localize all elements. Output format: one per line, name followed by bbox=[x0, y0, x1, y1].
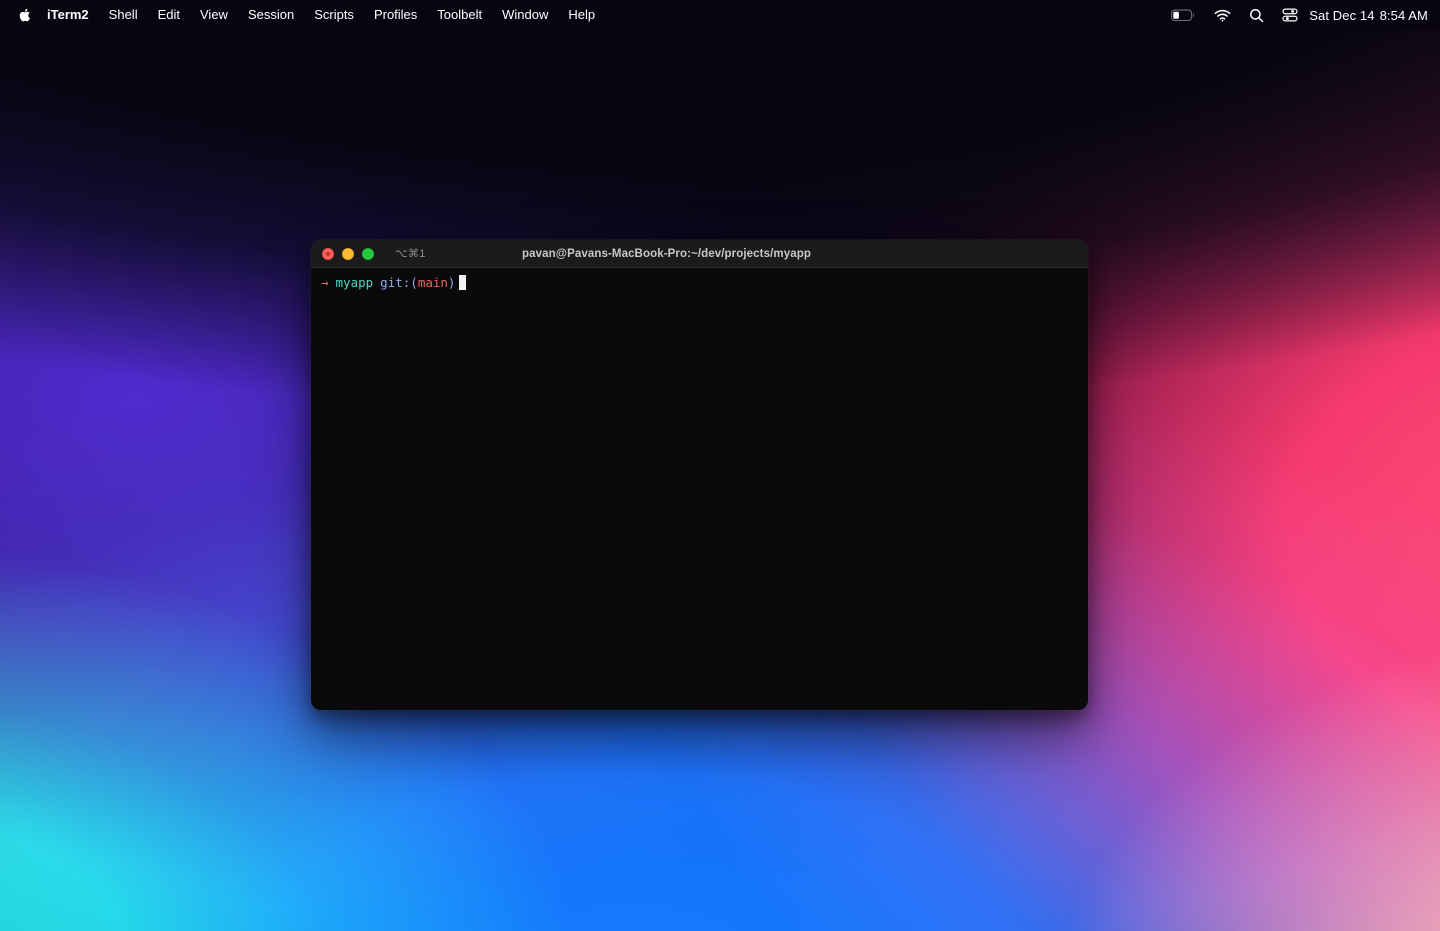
clock-date: Sat Dec 14 bbox=[1309, 7, 1375, 23]
menu-item-window[interactable]: Window bbox=[492, 5, 558, 25]
maximize-button[interactable] bbox=[362, 247, 374, 260]
menu-bar-status-group: Sat Dec 14 8:54 AM bbox=[1162, 4, 1440, 26]
terminal-cursor bbox=[459, 275, 467, 290]
clock-time: 8:54 AM bbox=[1379, 7, 1428, 23]
macos-menu-bar: iTerm2 Shell Edit View Session Scripts P… bbox=[0, 0, 1440, 30]
menu-item-help[interactable]: Help bbox=[558, 5, 605, 25]
apple-logo-icon[interactable] bbox=[11, 7, 37, 23]
control-center-icon[interactable] bbox=[1273, 4, 1307, 26]
menu-bar-clock[interactable]: Sat Dec 14 8:54 AM bbox=[1307, 8, 1428, 23]
menu-item-edit[interactable]: Edit bbox=[148, 5, 190, 25]
window-traffic-lights bbox=[311, 247, 374, 260]
terminal-screen[interactable]: → myapp git:( main ) bbox=[311, 268, 1088, 710]
prompt-git-suffix: ) bbox=[447, 275, 456, 290]
wifi-icon[interactable] bbox=[1205, 4, 1240, 26]
menu-item-iterm2[interactable]: iTerm2 bbox=[37, 5, 99, 25]
shell-prompt-line: → myapp git:( main ) bbox=[321, 274, 1078, 291]
minimize-button[interactable] bbox=[342, 247, 354, 260]
menu-item-session[interactable]: Session bbox=[238, 5, 304, 25]
prompt-directory: myapp bbox=[335, 275, 374, 290]
session-shortcut-label: ⌥⌘1 bbox=[395, 248, 426, 260]
iterm2-window[interactable]: ⌥⌘1 pavan@Pavans-MacBook-Pro:~/dev/proje… bbox=[311, 240, 1088, 710]
prompt-git-branch: main bbox=[417, 275, 448, 290]
battery-icon[interactable] bbox=[1162, 4, 1205, 26]
menu-item-view[interactable]: View bbox=[190, 5, 238, 25]
menu-item-profiles[interactable]: Profiles bbox=[364, 5, 427, 25]
prompt-arrow-icon: → bbox=[321, 275, 329, 290]
window-title-bar[interactable]: ⌥⌘1 pavan@Pavans-MacBook-Pro:~/dev/proje… bbox=[311, 240, 1088, 268]
close-button[interactable] bbox=[322, 247, 334, 260]
menu-item-toolbelt[interactable]: Toolbelt bbox=[427, 5, 492, 25]
menu-bar-left-group: iTerm2 Shell Edit View Session Scripts P… bbox=[0, 5, 605, 25]
search-icon[interactable] bbox=[1240, 4, 1273, 26]
menu-item-shell[interactable]: Shell bbox=[99, 5, 148, 25]
prompt-git-prefix: git:( bbox=[380, 275, 418, 290]
menu-item-scripts[interactable]: Scripts bbox=[304, 5, 364, 25]
